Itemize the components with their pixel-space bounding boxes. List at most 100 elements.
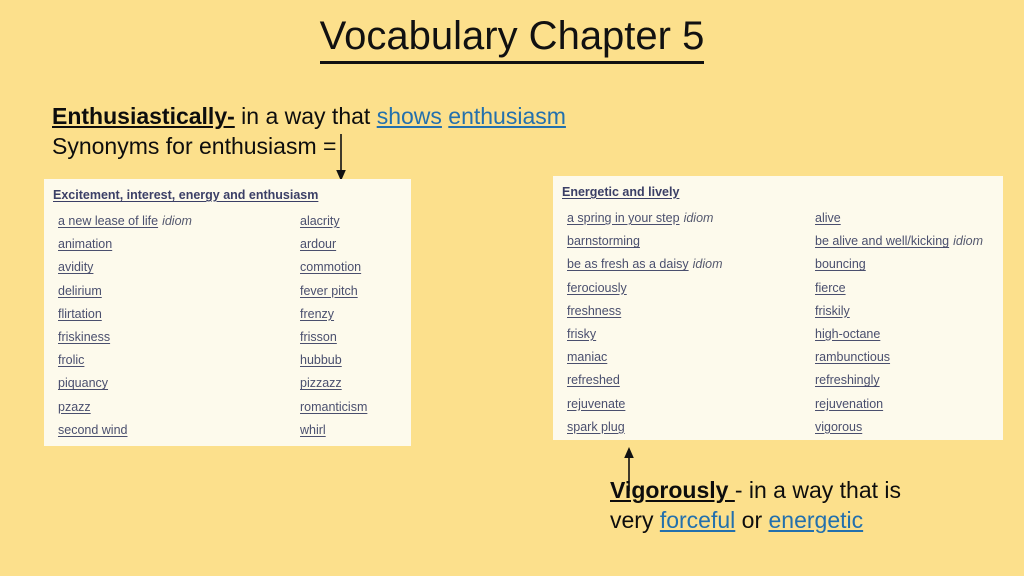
word-link[interactable]: animation: [58, 237, 112, 251]
list-item[interactable]: a spring in your step idiom: [567, 207, 815, 230]
list-item[interactable]: high-octane: [815, 323, 1003, 346]
word-link[interactable]: frenzy: [300, 307, 334, 321]
word-link[interactable]: avidity: [58, 260, 93, 274]
vigorously-definition-line: Vigorously - in a way that is: [610, 475, 901, 505]
list-item[interactable]: rejuvenate: [567, 393, 815, 416]
word-link[interactable]: rejuvenate: [567, 397, 625, 411]
word-link[interactable]: frolic: [58, 353, 84, 367]
word-link[interactable]: hubbub: [300, 353, 342, 367]
word-link[interactable]: vigorous: [815, 420, 862, 434]
list-item[interactable]: vigorous: [815, 416, 1003, 439]
thesaurus-panel-energetic: Energetic and lively a spring in your st…: [553, 176, 1003, 440]
word-link[interactable]: fierce: [815, 281, 846, 295]
word-link[interactable]: friskily: [815, 304, 850, 318]
list-item[interactable]: second wind: [58, 419, 300, 442]
list-item[interactable]: fever pitch: [300, 280, 411, 303]
list-item[interactable]: a new lease of life idiom: [58, 210, 300, 233]
left-panel-columns: a new lease of life idiom animation avidi…: [44, 210, 411, 442]
word-link[interactable]: a spring in your step: [567, 211, 680, 225]
list-item[interactable]: pzazz: [58, 396, 300, 419]
list-item[interactable]: friskily: [815, 300, 1003, 323]
word-link[interactable]: rambunctious: [815, 350, 890, 364]
list-item[interactable]: delirium: [58, 280, 300, 303]
vigorously-definition-text: in a way that is: [748, 477, 902, 503]
list-item[interactable]: romanticism: [300, 396, 411, 419]
list-item[interactable]: rejuvenation: [815, 393, 1003, 416]
word-link[interactable]: commotion: [300, 260, 361, 274]
word-link[interactable]: refreshingly: [815, 373, 880, 387]
synonyms-for-enthusiasm-line: Synonyms for enthusiasm =: [52, 133, 337, 159]
vigorously-term: Vigorously: [610, 477, 735, 503]
list-item[interactable]: pizzazz: [300, 372, 411, 395]
link-enthusiasm[interactable]: enthusiasm: [448, 103, 566, 129]
list-item[interactable]: bouncing: [815, 253, 1003, 276]
list-item[interactable]: ardour: [300, 233, 411, 256]
word-link[interactable]: spark plug: [567, 420, 625, 434]
word-link[interactable]: pizzazz: [300, 376, 342, 390]
list-item[interactable]: avidity: [58, 256, 300, 279]
word-link[interactable]: friskiness: [58, 330, 110, 344]
word-link[interactable]: frisson: [300, 330, 337, 344]
word-link[interactable]: be alive and well/kicking: [815, 234, 949, 248]
thesaurus-panel-excitement: Excitement, interest, energy and enthusi…: [44, 179, 411, 446]
word-link[interactable]: romanticism: [300, 400, 367, 414]
list-item[interactable]: frenzy: [300, 303, 411, 326]
word-tag: idiom: [162, 214, 192, 228]
word-link[interactable]: rejuvenation: [815, 397, 883, 411]
list-item[interactable]: commotion: [300, 256, 411, 279]
word-link[interactable]: alacrity: [300, 214, 340, 228]
word-link[interactable]: ferociously: [567, 281, 627, 295]
list-item[interactable]: frolic: [58, 349, 300, 372]
vigorously-dash: -: [734, 477, 749, 503]
word-link[interactable]: high-octane: [815, 327, 880, 341]
vigorously-definition-line-2: very forceful or energetic: [610, 505, 901, 535]
list-item[interactable]: frisky: [567, 323, 815, 346]
list-item[interactable]: be alive and well/kicking idiom: [815, 230, 1003, 253]
word-tag: idiom: [683, 211, 714, 225]
list-item[interactable]: alacrity: [300, 210, 411, 233]
link-shows[interactable]: shows: [377, 103, 442, 129]
list-item[interactable]: ferociously: [567, 277, 815, 300]
vigorously-definition-block: Vigorously - in a way that is very force…: [610, 475, 901, 535]
enthusiastically-definition-text: in a way that: [234, 103, 377, 129]
word-link[interactable]: second wind: [58, 423, 128, 437]
list-item[interactable]: hubbub: [300, 349, 411, 372]
word-link[interactable]: a new lease of life: [58, 214, 158, 228]
word-link[interactable]: maniac: [567, 350, 607, 364]
list-item[interactable]: refreshingly: [815, 369, 1003, 392]
word-link[interactable]: refreshed: [567, 373, 620, 387]
word-link[interactable]: barnstorming: [567, 234, 640, 248]
word-link[interactable]: alive: [815, 211, 841, 225]
list-item[interactable]: rambunctious: [815, 346, 1003, 369]
word-link[interactable]: fever pitch: [300, 284, 358, 298]
list-item[interactable]: frisson: [300, 326, 411, 349]
list-item[interactable]: piquancy: [58, 372, 300, 395]
list-item[interactable]: maniac: [567, 346, 815, 369]
word-tag: idiom: [953, 234, 983, 249]
list-item[interactable]: fierce: [815, 277, 1003, 300]
list-item[interactable]: refreshed: [567, 369, 815, 392]
list-item[interactable]: alive: [815, 207, 1003, 230]
list-item[interactable]: friskiness: [58, 326, 300, 349]
word-link[interactable]: freshness: [567, 304, 621, 318]
list-item[interactable]: freshness: [567, 300, 815, 323]
word-link[interactable]: frisky: [567, 327, 596, 341]
link-energetic[interactable]: energetic: [769, 507, 864, 533]
left-panel-header: Excitement, interest, energy and enthusi…: [53, 188, 319, 202]
list-item[interactable]: be as fresh as a daisy idiom: [567, 253, 815, 276]
list-item[interactable]: spark plug: [567, 416, 815, 439]
word-link[interactable]: piquancy: [58, 376, 108, 390]
vigorously-line2-middle: or: [735, 507, 769, 533]
link-forceful[interactable]: forceful: [660, 507, 735, 533]
list-item[interactable]: animation: [58, 233, 300, 256]
list-item[interactable]: barnstorming: [567, 230, 815, 253]
list-item[interactable]: whirl: [300, 419, 411, 442]
word-link[interactable]: flirtation: [58, 307, 102, 321]
word-link[interactable]: whirl: [300, 423, 326, 437]
word-link[interactable]: ardour: [300, 237, 336, 251]
word-link[interactable]: bouncing: [815, 257, 866, 271]
word-link[interactable]: delirium: [58, 284, 102, 298]
word-link[interactable]: pzazz: [58, 400, 91, 414]
word-link[interactable]: be as fresh as a daisy: [567, 257, 689, 271]
list-item[interactable]: flirtation: [58, 303, 300, 326]
